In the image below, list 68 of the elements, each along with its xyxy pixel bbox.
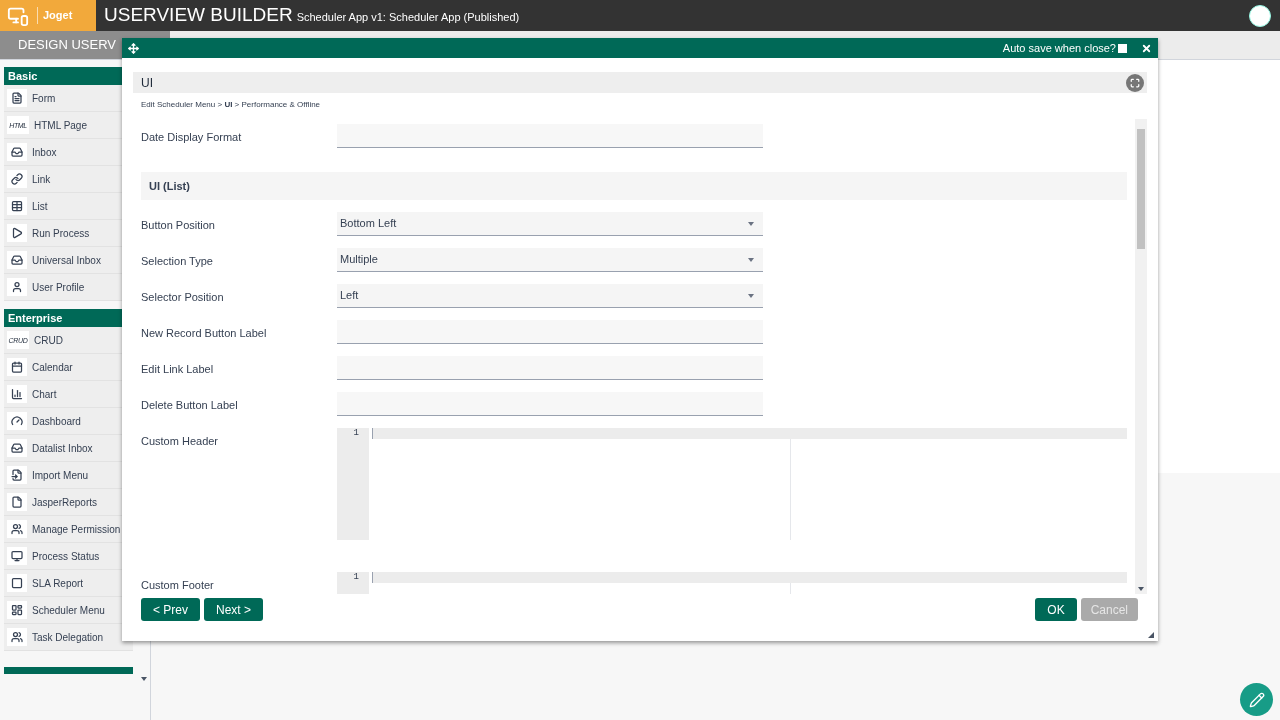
select-value: Multiple <box>340 252 378 268</box>
user-icon <box>11 281 23 293</box>
dropdown-caret-icon <box>748 293 754 298</box>
inbox-icon <box>11 146 23 158</box>
field-label: Selection Type <box>141 254 214 269</box>
users-icon <box>11 631 23 643</box>
resize-handle-icon[interactable] <box>1148 632 1154 638</box>
bar-chart-icon <box>11 388 23 400</box>
line-number: 1 <box>353 428 360 439</box>
document-icon <box>11 92 23 104</box>
square-icon <box>11 577 23 589</box>
text-field[interactable] <box>337 124 763 148</box>
fullscreen-icon[interactable] <box>1126 73 1144 92</box>
field-label: Custom Header <box>141 434 220 449</box>
auto-save-checkbox[interactable] <box>1118 43 1127 53</box>
scroll-thumb[interactable] <box>1137 129 1145 249</box>
move-icon[interactable] <box>128 42 139 54</box>
panel-title: UI <box>141 74 153 92</box>
scrollbar[interactable] <box>1135 119 1147 594</box>
ok-button[interactable]: OK <box>1035 598 1077 621</box>
pencil-icon <box>1248 691 1265 708</box>
select-field[interactable]: Bottom Left <box>337 212 763 236</box>
page-subtitle: Scheduler App v1: Scheduler App (Published) <box>296 10 520 26</box>
users-icon <box>11 523 23 535</box>
scroll-caret-icon <box>141 677 147 681</box>
avatar-icon[interactable] <box>1249 4 1271 27</box>
field-label: Custom Footer <box>141 578 215 593</box>
gauge-icon <box>11 415 23 427</box>
field-label: Button Position <box>141 218 216 233</box>
field-label: New Record Button Label <box>141 326 268 341</box>
dropdown-caret-icon <box>748 221 754 226</box>
scroll-down-icon[interactable] <box>1138 587 1144 591</box>
table-icon <box>11 200 23 212</box>
nav-button[interactable]: < Prev <box>141 598 200 621</box>
edit-fab[interactable] <box>1240 683 1273 716</box>
field-label: Edit Link Label <box>141 362 215 377</box>
code-editor[interactable]: 1 <box>337 428 1127 540</box>
auto-save-label: Auto save when close? <box>1002 40 1116 56</box>
breadcrumb: Edit Scheduler Menu > UI > Performance & Offline <box>141 99 322 111</box>
text-field[interactable] <box>337 356 763 380</box>
nav-button[interactable]: Next > <box>204 598 264 621</box>
page-title: USERVIEW BUILDER <box>104 3 293 28</box>
text-field[interactable] <box>337 392 763 416</box>
dropdown-caret-icon <box>748 257 754 262</box>
select-value: Left <box>340 288 359 304</box>
close-icon[interactable] <box>1141 42 1152 54</box>
select-field[interactable]: Multiple <box>337 248 763 272</box>
file-icon <box>11 496 23 508</box>
section-header: UI (List) <box>141 172 1127 200</box>
link-icon <box>11 173 23 185</box>
field-label: Date Display Format <box>141 130 243 145</box>
grid-icon <box>11 604 23 616</box>
field-label: Delete Button Label <box>141 398 239 413</box>
field-label: Selector Position <box>141 290 225 305</box>
line-number: 1 <box>353 572 360 583</box>
play-icon <box>11 227 23 239</box>
monitor-icon <box>11 550 23 562</box>
select-value: Bottom Left <box>340 216 397 232</box>
import-icon <box>11 469 23 481</box>
calendar-icon <box>11 361 23 373</box>
brand-logo: Joget <box>37 7 73 24</box>
dialog-titlebar[interactable]: Auto save when close? <box>122 38 1158 58</box>
inbox-icon <box>11 254 23 266</box>
text-field[interactable] <box>337 320 763 344</box>
inbox-icon <box>11 442 23 454</box>
sidebar-item[interactable]: Task Delegation <box>4 624 133 651</box>
select-field[interactable]: Left <box>337 284 763 308</box>
code-editor[interactable]: 1 <box>337 572 1127 594</box>
